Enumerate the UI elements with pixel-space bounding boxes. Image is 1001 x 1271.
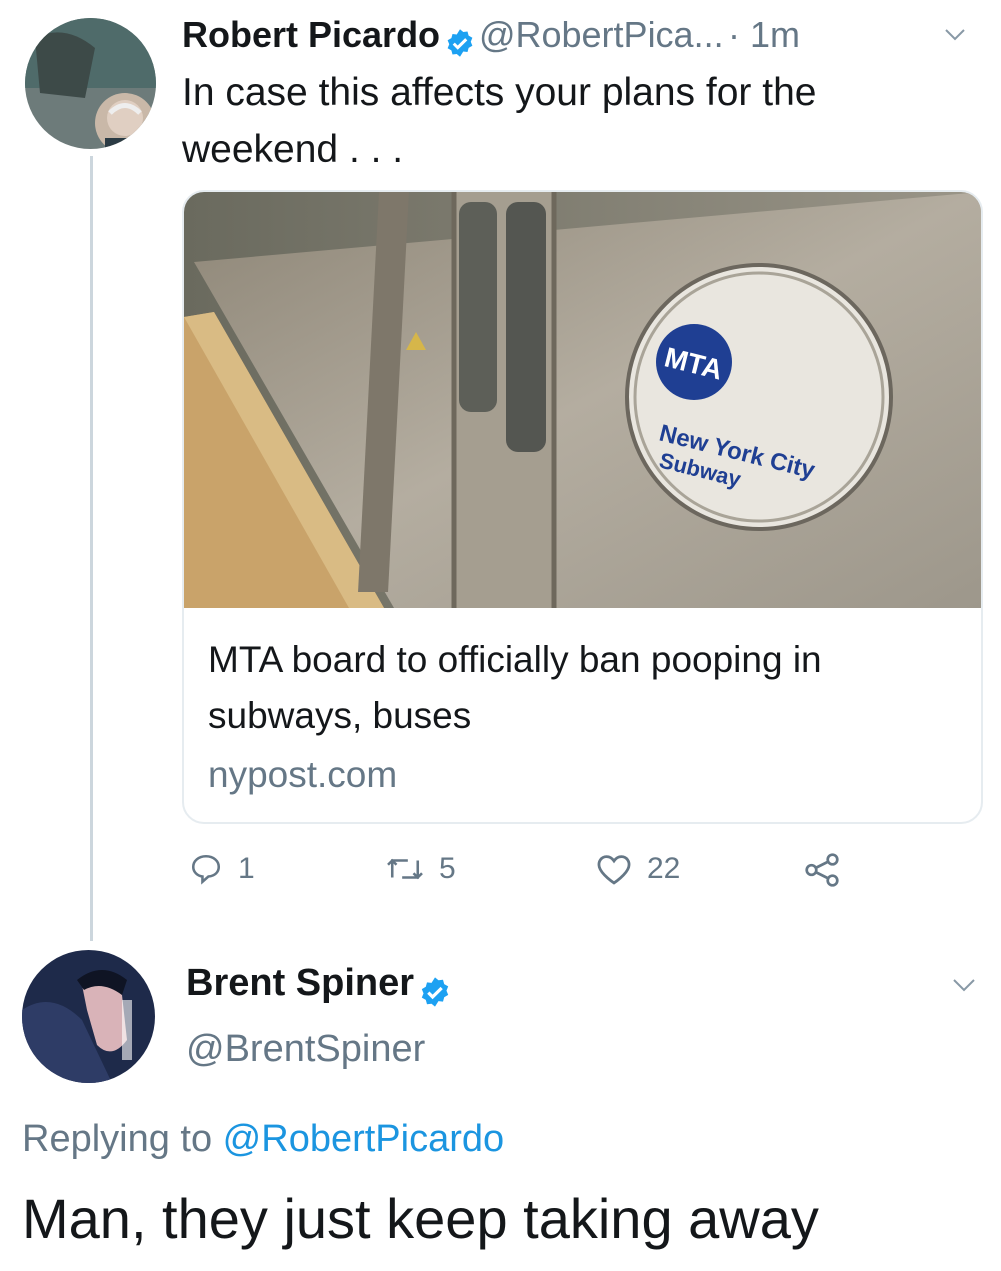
share-action[interactable]: [802, 852, 842, 888]
chevron-down-icon[interactable]: [952, 978, 976, 999]
tweet-text: In case this affects your plans for the …: [182, 64, 962, 178]
card-title-line1: MTA board to officially ban pooping in: [208, 639, 822, 680]
tweet-text-line1: In case this affects your plans for the: [182, 71, 817, 114]
thread-line: [90, 156, 93, 941]
like-count: 22: [647, 852, 681, 885]
share-icon: [805, 853, 839, 887]
tweet-header: Robert Picardo @RobertPica... · 1m: [182, 14, 982, 62]
retweet-icon: [387, 858, 423, 880]
verified-badge-icon: [445, 28, 475, 58]
author-handle[interactable]: @RobertPica...: [479, 14, 724, 55]
retweet-action[interactable]: 5: [385, 852, 456, 886]
reply-text: Man, they just keep taking away: [22, 1187, 819, 1250]
reply-author-name[interactable]: Brent Spiner: [186, 962, 414, 1004]
card-domain: nypost.com: [208, 754, 398, 795]
tweet-text-line2: weekend . . .: [182, 128, 404, 171]
retweet-count: 5: [439, 852, 456, 885]
replying-prefix: Replying to: [22, 1118, 223, 1160]
reply-count: 1: [238, 852, 255, 885]
reply-icon: [191, 854, 221, 885]
card-image: MTA New York City Subway: [184, 192, 981, 608]
replying-to: Replying to @RobertPicardo: [22, 1118, 504, 1161]
author-name[interactable]: Robert Picardo: [182, 14, 440, 55]
verified-badge-icon: [419, 976, 449, 1007]
tweet-time[interactable]: · 1m: [728, 14, 800, 55]
replying-handle-link[interactable]: @RobertPicardo: [223, 1118, 504, 1160]
reply-author: Brent Spiner: [186, 962, 449, 1007]
avatar-robert-picardo[interactable]: [25, 18, 156, 149]
reply-author-handle[interactable]: @BrentSpiner: [186, 1028, 425, 1071]
avatar-brent-spiner[interactable]: [22, 950, 155, 1083]
link-card[interactable]: MTA New York City Subway MTA board to of…: [182, 190, 983, 824]
reply-action[interactable]: 1: [188, 852, 255, 886]
card-body: MTA board to officially ban pooping in s…: [208, 632, 968, 796]
like-icon: [597, 855, 631, 885]
card-title-line2: subways, buses: [208, 695, 472, 736]
chevron-down-icon[interactable]: [944, 28, 966, 47]
like-action[interactable]: 22: [595, 852, 680, 886]
